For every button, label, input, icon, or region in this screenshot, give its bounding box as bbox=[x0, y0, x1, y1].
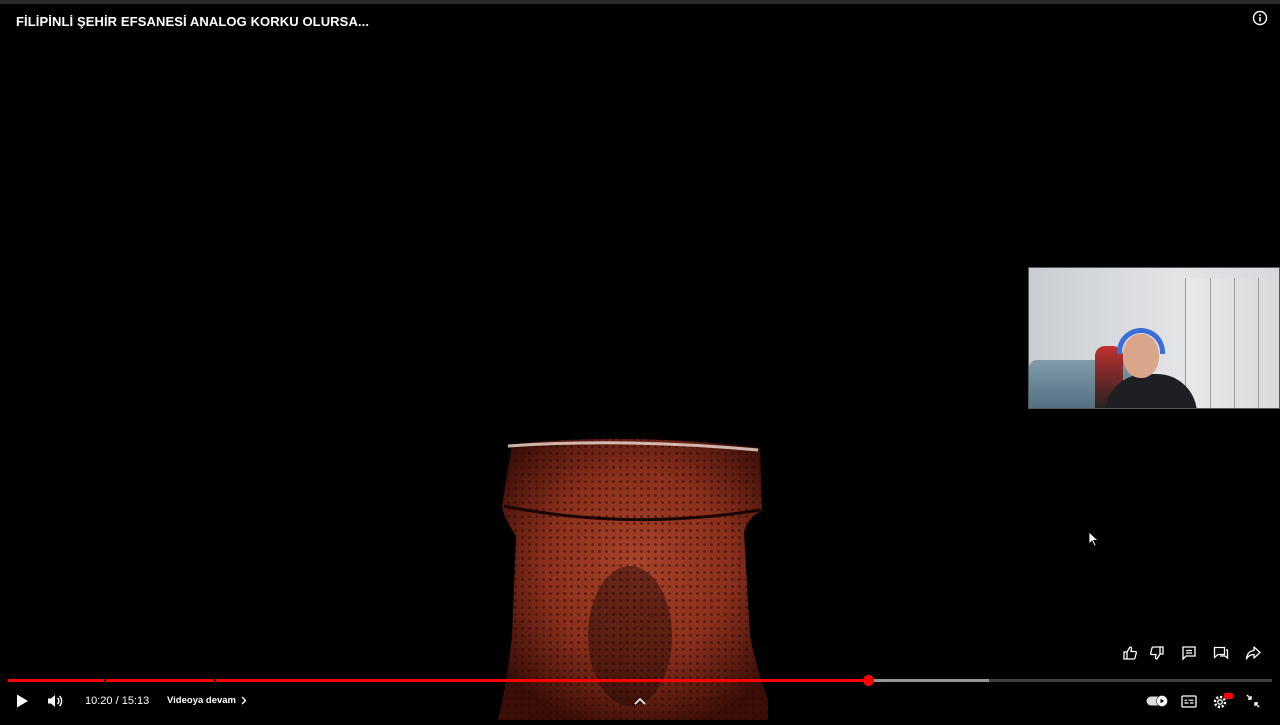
exit-fullscreen-button[interactable] bbox=[1242, 688, 1264, 714]
exit-fullscreen-icon bbox=[1246, 694, 1260, 708]
video-title[interactable]: FİLİPİNLİ ŞEHİR EFSANESİ ANALOG KORKU OL… bbox=[16, 14, 369, 29]
share-icon[interactable] bbox=[1242, 642, 1264, 664]
info-icon[interactable] bbox=[1252, 10, 1268, 26]
time-display: 10:20 / 15:13 bbox=[85, 695, 150, 707]
chapter-label: Videoya devam bbox=[167, 695, 237, 706]
played-progress bbox=[8, 679, 868, 682]
chapter-button[interactable]: Videoya devam bbox=[167, 695, 247, 706]
dislike-icon[interactable] bbox=[1146, 642, 1168, 664]
streamer-webcam-overlay bbox=[1028, 267, 1280, 409]
settings-button[interactable] bbox=[1210, 688, 1234, 714]
seek-scrubber[interactable] bbox=[862, 675, 874, 686]
chapter-marker bbox=[104, 679, 106, 682]
mouse-cursor-icon bbox=[1088, 531, 1100, 547]
subtitles-button[interactable] bbox=[1178, 688, 1200, 714]
like-icon[interactable] bbox=[1119, 642, 1141, 664]
comments-icon[interactable] bbox=[1178, 642, 1200, 664]
chevron-up-icon bbox=[634, 697, 646, 705]
autoplay-toggle[interactable] bbox=[1145, 688, 1169, 714]
play-icon bbox=[17, 694, 28, 708]
more-videos-button[interactable] bbox=[630, 688, 650, 714]
volume-icon bbox=[48, 695, 63, 707]
volume-button[interactable] bbox=[45, 688, 67, 714]
play-button[interactable] bbox=[11, 688, 33, 714]
video-frame-object bbox=[498, 436, 778, 720]
subtitles-icon bbox=[1181, 694, 1197, 708]
settings-icon bbox=[1213, 693, 1233, 709]
seek-bar[interactable] bbox=[8, 675, 1272, 686]
top-edge-bar bbox=[0, 0, 1280, 4]
chapter-marker bbox=[214, 679, 216, 682]
chevron-right-icon bbox=[241, 696, 247, 705]
live-chat-icon[interactable] bbox=[1210, 642, 1232, 664]
